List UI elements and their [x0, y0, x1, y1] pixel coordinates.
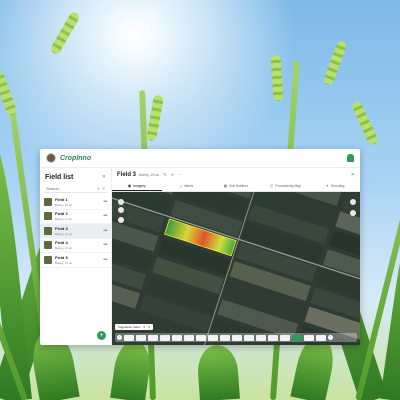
compass-button[interactable]	[350, 210, 356, 216]
timeline-chip[interactable]	[208, 334, 218, 341]
more-icon[interactable]: •••	[103, 199, 107, 205]
tab-alerts[interactable]: △ Alerts	[162, 181, 212, 191]
search-icon[interactable]: ⌕	[97, 186, 99, 191]
field-subtitle: Barley, 20 ac	[139, 172, 160, 177]
field-text: Field 5 Barley, 11 ac	[55, 255, 72, 265]
field-title: Field 3	[117, 171, 137, 178]
timeline-chip[interactable]	[304, 334, 314, 341]
imagery-timeline: ‹ ›	[115, 333, 357, 342]
timeline-chip[interactable]	[136, 334, 146, 341]
field-list-item[interactable]: Field 1 Barley, 11 ac •••	[40, 195, 111, 210]
field-crop: Barley, 11 ac	[55, 217, 73, 222]
tab-label: Soil fertiliser	[229, 184, 249, 188]
timeline-chip[interactable]	[280, 334, 290, 341]
app-window: CropInno Field list ✕ Search ⌕ ≡ Field 1…	[40, 149, 360, 345]
close-icon[interactable]: ✕	[351, 172, 355, 178]
field-name: Field 4	[55, 240, 68, 246]
timeline-next-button[interactable]: ›	[328, 335, 333, 340]
field-thumbnail	[44, 241, 52, 250]
timeline-chip[interactable]	[172, 334, 182, 341]
locate-button[interactable]	[118, 217, 124, 223]
more-icon[interactable]: •••	[103, 242, 107, 248]
field-list-item[interactable]: Field 5 Barley, 11 ac •••	[40, 253, 111, 268]
zoom-out-button[interactable]	[118, 207, 124, 213]
filter-icon[interactable]: ≡	[103, 186, 105, 191]
more-icon[interactable]: •••	[103, 213, 107, 219]
field-crop: Barley, 11 ac	[55, 231, 73, 236]
tab-label: Productivity Map	[275, 184, 302, 188]
tab-label: Alerts	[184, 184, 194, 188]
timeline-prev-button[interactable]: ‹	[117, 335, 122, 340]
field-list-item[interactable]: Field 2 Barley, 11 ac •••	[40, 210, 111, 224]
field-name: Field 3	[55, 225, 68, 231]
map-icon: ◫	[269, 184, 274, 188]
tab-label: Imagery	[133, 183, 146, 188]
brand-logo: CropInno	[60, 154, 92, 162]
satellite-map[interactable]: Vegetation Index ▾ ✕ ‹ ›	[112, 192, 360, 345]
timeline-chip[interactable]	[196, 334, 206, 341]
map-imagery	[112, 192, 360, 345]
timeline-chip[interactable]	[232, 334, 242, 341]
notification-icon[interactable]	[347, 154, 354, 162]
more-icon[interactable]: ⋯	[178, 172, 182, 177]
timeline-chip-selected[interactable]	[292, 334, 302, 341]
scout-icon: ✦	[325, 184, 329, 188]
tab-soil-fertiliser[interactable]: ▦ Soil fertiliser	[211, 181, 261, 191]
field-thumbnail	[44, 255, 52, 264]
layer-select-value: Vegetation Index	[118, 325, 141, 329]
add-field-button[interactable]: +	[97, 331, 106, 340]
field-detail: Field 3 Barley, 20 ac ✎ ⋖ ⋯ ✕ ▣ Imagery △ A…	[112, 168, 360, 345]
alert-icon: △	[179, 184, 183, 188]
top-bar: CropInno	[40, 149, 360, 168]
field-thumbnail	[44, 197, 52, 206]
field-list-title: Field list	[45, 174, 74, 181]
timeline-chip[interactable]	[244, 334, 254, 341]
map-layers-button[interactable]	[350, 199, 356, 205]
search-field[interactable]: Search ⌕ ≡	[44, 184, 107, 193]
field-crop: Barley, 11 ac	[55, 260, 73, 265]
image-icon: ▣	[127, 183, 132, 188]
layer-select[interactable]: Vegetation Index ▾ ✕	[115, 324, 154, 330]
field-text: Field 3 Barley, 11 ac	[55, 226, 72, 236]
field-name: Field 5	[55, 254, 68, 260]
timeline-chip[interactable]	[268, 334, 278, 341]
timeline-chip[interactable]	[160, 334, 170, 341]
close-icon[interactable]: ✕	[148, 325, 151, 329]
field-crop: Barley, 11 ac	[55, 246, 73, 251]
timeline-chip[interactable]	[256, 334, 266, 341]
search-label: Search	[46, 185, 59, 191]
chevron-down-icon: ▾	[143, 325, 145, 329]
tab-bar: ▣ Imagery △ Alerts ▦ Soil fertiliser ◫ Producti…	[112, 181, 360, 192]
field-list-item[interactable]: Field 4 Barley, 11 ac •••	[40, 239, 111, 253]
field-text: Field 1 Barley, 11 ac	[55, 197, 72, 207]
tab-scouting[interactable]: ✦ Scouting	[310, 181, 360, 191]
field-text: Field 4 Barley, 11 ac	[55, 240, 72, 250]
timeline-chip[interactable]	[184, 334, 194, 341]
tab-productivity-map[interactable]: ◫ Productivity Map	[261, 181, 311, 191]
field-thumbnail	[44, 226, 52, 235]
field-name: Field 1	[55, 196, 68, 202]
timeline-chip[interactable]	[148, 334, 158, 341]
tab-label: Scouting	[330, 184, 345, 188]
field-thumbnail	[44, 212, 52, 221]
timeline-chip[interactable]	[124, 334, 134, 341]
field-name: Field 2	[55, 211, 68, 217]
tab-imagery[interactable]: ▣ Imagery	[112, 181, 162, 191]
field-text: Field 2 Barley, 11 ac	[55, 211, 72, 221]
avatar[interactable]	[46, 153, 56, 163]
field-header: Field 3 Barley, 20 ac ✎ ⋖ ⋯ ✕	[112, 168, 360, 181]
edit-icon[interactable]: ✎	[163, 172, 166, 177]
field-list-item[interactable]: Field 3 Barley, 11 ac •••	[40, 224, 111, 239]
zoom-in-button[interactable]	[118, 199, 124, 205]
share-icon[interactable]: ⋖	[171, 172, 174, 177]
field-list-panel: Field list ✕ Search ⌕ ≡ Field 1 Barley, 1…	[40, 168, 112, 345]
grid-icon: ▦	[223, 184, 228, 188]
field-list: Field 1 Barley, 11 ac ••• Field 2 Barley, 11…	[40, 195, 111, 268]
more-icon[interactable]: •••	[103, 257, 107, 263]
field-crop: Barley, 11 ac	[55, 202, 73, 207]
more-icon[interactable]: •••	[103, 228, 107, 234]
timeline-chip[interactable]	[316, 334, 326, 341]
close-icon[interactable]: ✕	[102, 174, 106, 180]
timeline-chip[interactable]	[220, 334, 230, 341]
